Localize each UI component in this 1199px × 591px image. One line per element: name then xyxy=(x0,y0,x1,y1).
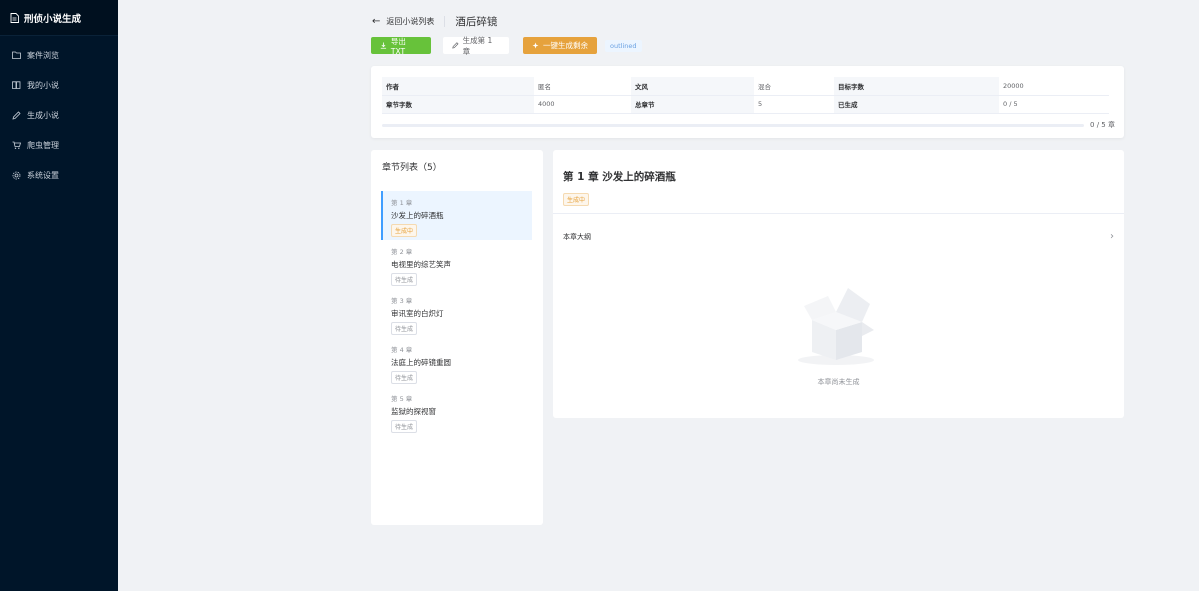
progress-bar xyxy=(382,123,1085,127)
table-row: 章节字数 4000 总章节 5 已生成 0 / 5 xyxy=(382,95,1109,114)
list-item[interactable]: 第 4 章 法庭上的碎镜重圆 待生成 xyxy=(381,338,532,387)
list-item[interactable]: 第 5 章 监狱的探视窗 待生成 xyxy=(381,387,532,436)
export-label: 导出 TXT xyxy=(390,36,406,56)
sidebar-item-generate[interactable]: 生成小说 xyxy=(0,100,118,130)
status-badge: 生成中 xyxy=(391,224,418,237)
info-key: 总章节 xyxy=(631,95,754,114)
status-badge: 生成中 xyxy=(563,193,590,206)
toolbar: 导出 TXT 生成第 1 章 一键生成剩余 outlined xyxy=(371,35,642,56)
chapter-number: 第 1 章 xyxy=(391,199,413,207)
info-value: 混合 xyxy=(754,77,834,96)
sidebar-item-cases[interactable]: 案件浏览 xyxy=(0,40,118,70)
chevron-right-icon: › xyxy=(1110,231,1114,242)
back-label: 返回小说列表 xyxy=(386,17,435,26)
sidebar-menu: 案件浏览 我的小说 生成小说 爬虫管理 系统设置 xyxy=(0,40,118,190)
divider xyxy=(553,213,1124,214)
sidebar-item-label: 案件浏览 xyxy=(27,50,59,60)
chapter-title: 监狱的探视窗 xyxy=(391,407,436,416)
list-item[interactable]: 第 3 章 审讯室的白炽灯 待生成 xyxy=(381,289,532,338)
chapter-list-title: 章节列表（5） xyxy=(382,163,442,173)
generate-chapter-button[interactable]: 生成第 1 章 xyxy=(443,35,509,56)
chapter-number: 第 4 章 xyxy=(391,346,413,354)
gear-icon xyxy=(12,171,21,179)
sidebar: 刑侦小说生成 案件浏览 我的小说 生成小说 爬虫管理 系统设置 xyxy=(0,0,118,591)
chapter-list-panel: 章节列表（5） 第 1 章 沙发上的碎酒瓶 生成中 第 2 章 电视里的综艺笑声… xyxy=(371,150,543,525)
status-badge: 待生成 xyxy=(391,420,418,433)
arrow-left-icon: ← xyxy=(372,16,381,27)
generate-remaining-label: 一键生成剩余 xyxy=(543,41,588,50)
chapter-number: 第 5 章 xyxy=(391,395,413,403)
info-key: 已生成 xyxy=(834,95,999,114)
info-value: 0 / 5 xyxy=(999,95,1109,114)
outline-label: 本章大纲 xyxy=(563,232,591,241)
info-value: 5 xyxy=(754,95,834,114)
chapter-title: 法庭上的碎镜重圆 xyxy=(391,358,451,367)
sidebar-item-label: 我的小说 xyxy=(27,80,59,90)
empty-box-icon xyxy=(790,278,886,370)
sidebar-item-label: 生成小说 xyxy=(27,110,59,120)
generation-progress: 0 / 5 章 xyxy=(382,120,1115,130)
document-icon xyxy=(10,12,19,23)
generate-chapter-label: 生成第 1 章 xyxy=(462,35,493,56)
chapter-detail-panel: 第 1 章 沙发上的碎酒瓶 生成中 本章大纲 › 本章尚未生成 xyxy=(553,150,1124,418)
page-title: 酒后碎镜 xyxy=(455,16,498,28)
sidebar-item-settings[interactable]: 系统设置 xyxy=(0,160,118,190)
edit-icon xyxy=(452,42,459,49)
app-logo: 刑侦小说生成 xyxy=(0,0,118,36)
status-badge: 待生成 xyxy=(391,273,418,286)
cart-icon xyxy=(12,141,21,149)
app-title: 刑侦小说生成 xyxy=(24,13,82,25)
info-key: 文风 xyxy=(631,77,754,96)
sidebar-item-label: 系统设置 xyxy=(27,170,59,180)
back-button[interactable]: ← 返回小说列表 xyxy=(372,16,434,27)
generate-remaining-button[interactable]: 一键生成剩余 xyxy=(523,37,597,54)
info-value: 匿名 xyxy=(534,77,631,96)
list-item[interactable]: 第 2 章 电视里的综艺笑声 待生成 xyxy=(381,240,532,289)
empty-state-text: 本章尚未生成 xyxy=(817,378,860,386)
header-divider xyxy=(444,16,446,27)
page-header: ← 返回小说列表 酒后碎镜 xyxy=(372,14,497,29)
chapter-detail-title: 第 1 章 沙发上的碎酒瓶 xyxy=(563,171,676,183)
sidebar-item-label: 爬虫管理 xyxy=(27,140,59,150)
chapter-number: 第 3 章 xyxy=(391,297,413,305)
folder-icon xyxy=(12,51,21,59)
list-item[interactable]: 第 1 章 沙发上的碎酒瓶 生成中 xyxy=(381,191,532,240)
sidebar-item-my-novels[interactable]: 我的小说 xyxy=(0,70,118,100)
info-value: 4000 xyxy=(534,95,631,114)
main-content: ← 返回小说列表 酒后碎镜 导出 TXT 生成第 1 章 一键生成剩余 outl… xyxy=(118,0,1199,591)
magic-wand-icon xyxy=(532,42,539,49)
book-icon xyxy=(12,81,21,89)
novel-info-table: 作者 匿名 文风 混合 目标字数 20000 章节字数 4000 总章节 5 已… xyxy=(382,77,1109,114)
chapter-title: 审讯室的白炽灯 xyxy=(391,309,444,318)
download-icon xyxy=(380,42,387,49)
novel-info-card: 作者 匿名 文风 混合 目标字数 20000 章节字数 4000 总章节 5 已… xyxy=(371,66,1124,138)
chapter-title: 沙发上的碎酒瓶 xyxy=(391,211,444,220)
sidebar-item-crawler[interactable]: 爬虫管理 xyxy=(0,130,118,160)
info-key: 目标字数 xyxy=(834,77,999,96)
info-key: 章节字数 xyxy=(382,95,534,114)
table-row: 作者 匿名 文风 混合 目标字数 20000 xyxy=(382,77,1109,96)
status-badge: 待生成 xyxy=(391,322,418,335)
info-key: 作者 xyxy=(382,77,534,96)
export-txt-button[interactable]: 导出 TXT xyxy=(371,36,431,56)
info-value: 20000 xyxy=(999,77,1109,96)
status-badge: outlined xyxy=(605,39,642,52)
edit-icon xyxy=(12,110,21,120)
progress-text: 0 / 5 章 xyxy=(1090,121,1115,129)
chapter-list: 第 1 章 沙发上的碎酒瓶 生成中 第 2 章 电视里的综艺笑声 待生成 第 3… xyxy=(381,191,532,436)
status-badge: 待生成 xyxy=(391,371,418,384)
chapter-title: 电视里的综艺笑声 xyxy=(391,260,451,269)
chapter-number: 第 2 章 xyxy=(391,248,413,256)
chapter-outline-collapse[interactable]: 本章大纲 › xyxy=(563,231,1114,242)
